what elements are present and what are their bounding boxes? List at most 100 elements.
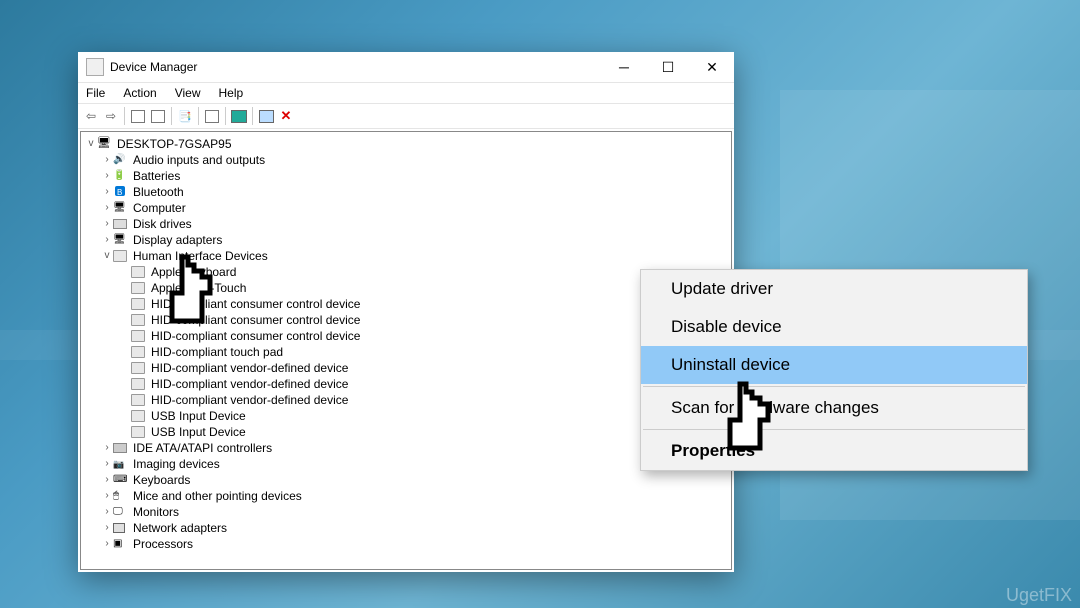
device-icon: [131, 281, 147, 295]
maximize-button[interactable]: ☐: [646, 52, 690, 82]
tree-item[interactable]: › Imaging devices: [83, 456, 729, 472]
category-icon: [113, 249, 129, 263]
expand-icon[interactable]: ›: [101, 184, 113, 200]
back-button[interactable]: ⇦: [82, 107, 100, 125]
tree-item[interactable]: › Batteries: [83, 168, 729, 184]
tree-item-label: Keyboards: [133, 472, 190, 488]
context-menu-body: Update driverDisable deviceUninstall dev…: [641, 270, 1027, 470]
tree-item[interactable]: › Computer: [83, 200, 729, 216]
titlebar: Device Manager ─ ☐ ✕: [78, 52, 734, 83]
properties-button[interactable]: [203, 107, 221, 125]
tree-item[interactable]: HID-compliant touch pad: [83, 344, 729, 360]
computer-icon: [97, 137, 113, 151]
window-title: Device Manager: [110, 60, 602, 74]
tree-item-label: IDE ATA/ATAPI controllers: [133, 440, 272, 456]
tree-item[interactable]: › Display adapters: [83, 232, 729, 248]
device-icon: [131, 313, 147, 327]
category-icon: [113, 457, 129, 471]
menu-view[interactable]: View: [173, 84, 203, 102]
tree-item[interactable]: ›Processors: [83, 536, 729, 552]
tree-item-label: HID-compliant touch pad: [151, 344, 283, 360]
tree-item-label: USB Input Device: [151, 408, 246, 424]
tree-item[interactable]: › Bluetooth: [83, 184, 729, 200]
tree-item-label: HID-compliant vendor-defined device: [151, 360, 348, 376]
tree-item-label: Batteries: [133, 168, 180, 184]
context-menu-item[interactable]: Properties: [641, 432, 1027, 470]
forward-button[interactable]: ⇨: [102, 107, 120, 125]
tree-item-label: Computer: [133, 200, 186, 216]
device-icon: [131, 297, 147, 311]
category-icon: [113, 521, 129, 535]
tree-item[interactable]: › Mice and other pointing devices: [83, 488, 729, 504]
expand-icon[interactable]: ›: [101, 152, 113, 168]
menu-file[interactable]: File: [84, 84, 107, 102]
app-icon: [86, 58, 104, 76]
tree-item[interactable]: HID-compliant vendor-defined device: [83, 376, 729, 392]
expand-icon[interactable]: ›: [101, 216, 113, 232]
update-driver-button[interactable]: [257, 107, 275, 125]
expand-icon[interactable]: ›: [101, 200, 113, 216]
separator: [171, 107, 172, 125]
tree-item-label: USB Input Device: [151, 424, 246, 440]
tree-item-label: Bluetooth: [133, 184, 184, 200]
expand-icon[interactable]: ›: [101, 488, 113, 504]
device-icon: [131, 329, 147, 343]
device-icon: [131, 361, 147, 375]
help-button[interactable]: 📑: [176, 107, 194, 125]
expand-icon[interactable]: ›: [101, 440, 113, 456]
expand-icon[interactable]: ›: [101, 520, 113, 536]
scan-hardware-button[interactable]: [230, 107, 248, 125]
device-tree[interactable]: v DESKTOP-7GSAP95 › Audio inputs and outp…: [80, 131, 732, 570]
category-icon: [113, 169, 129, 183]
tree-item-label: Mice and other pointing devices: [133, 488, 302, 504]
expand-icon[interactable]: ›: [101, 472, 113, 488]
expand-icon[interactable]: v: [85, 136, 97, 152]
device-icon: [131, 393, 147, 407]
separator: [643, 429, 1025, 430]
menu-action[interactable]: Action: [121, 84, 158, 102]
expand-icon[interactable]: ›: [101, 168, 113, 184]
menubar: File Action View Help: [78, 83, 734, 103]
context-menu-item[interactable]: Uninstall device: [641, 346, 1027, 384]
close-button[interactable]: ✕: [690, 52, 734, 82]
tree-item[interactable]: HID-compliant vendor-defined device: [83, 360, 729, 376]
device-icon: [131, 265, 147, 279]
category-icon: [113, 441, 129, 455]
show-hidden-button[interactable]: [129, 107, 147, 125]
separator: [198, 107, 199, 125]
tree-item[interactable]: ›Monitors: [83, 504, 729, 520]
category-icon: [113, 153, 129, 167]
uninstall-button[interactable]: ✕: [277, 107, 295, 125]
window-controls: ─ ☐ ✕: [602, 52, 734, 82]
expand-icon[interactable]: ›: [101, 536, 113, 552]
context-menu-item[interactable]: Disable device: [641, 308, 1027, 346]
separator: [252, 107, 253, 125]
expand-icon[interactable]: ›: [101, 504, 113, 520]
menu-help[interactable]: Help: [217, 84, 246, 102]
context-menu-item[interactable]: Scan for hardware changes: [641, 389, 1027, 427]
tree-item[interactable]: ›Network adapters: [83, 520, 729, 536]
expand-icon[interactable]: ›: [101, 232, 113, 248]
expand-icon[interactable]: ›: [101, 456, 113, 472]
tree-item[interactable]: ›Disk drives: [83, 216, 729, 232]
category-icon: [113, 473, 129, 487]
tree-item-label: Display adapters: [133, 232, 222, 248]
context-menu: Update driverDisable deviceUninstall dev…: [640, 269, 1028, 471]
category-icon: [113, 505, 129, 519]
cursor-pointer-icon: [718, 380, 778, 460]
tree-item[interactable]: USB Input Device: [83, 424, 729, 440]
separator: [225, 107, 226, 125]
tree-item[interactable]: HID-compliant vendor-defined device: [83, 392, 729, 408]
tree-item[interactable]: › IDE ATA/ATAPI controllers: [83, 440, 729, 456]
tree-item[interactable]: USB Input Device: [83, 408, 729, 424]
tree-item[interactable]: › Keyboards: [83, 472, 729, 488]
expand-icon[interactable]: v: [101, 248, 113, 264]
show-all-button[interactable]: [149, 107, 167, 125]
minimize-button[interactable]: ─: [602, 52, 646, 82]
tree-item-label: Imaging devices: [133, 456, 220, 472]
tree-root[interactable]: v DESKTOP-7GSAP95: [83, 136, 729, 152]
tree-item[interactable]: › Audio inputs and outputs: [83, 152, 729, 168]
tree-item-label: Audio inputs and outputs: [133, 152, 265, 168]
context-menu-item[interactable]: Update driver: [641, 270, 1027, 308]
separator: [124, 107, 125, 125]
